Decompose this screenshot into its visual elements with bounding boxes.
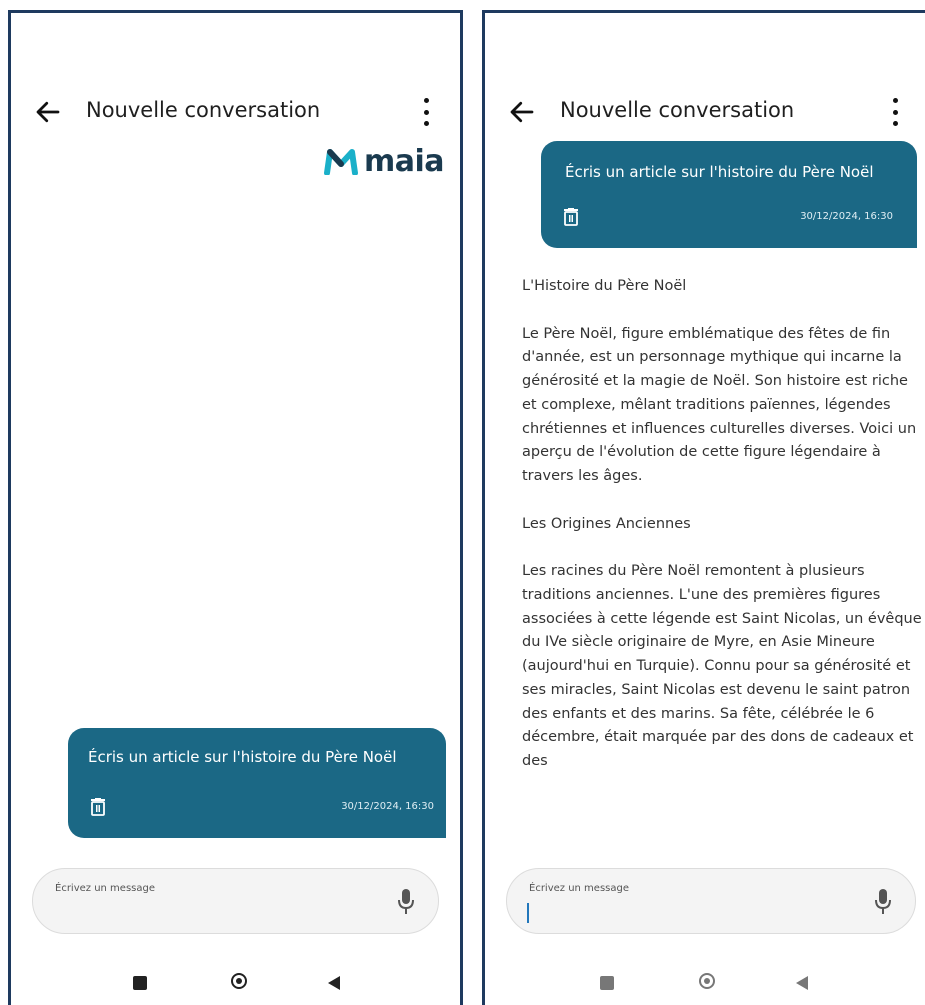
article-title: L'Histoire du Père Noël bbox=[522, 278, 687, 294]
message-text: Écris un article sur l'histoire du Père … bbox=[565, 163, 874, 181]
home-circle-icon[interactable] bbox=[699, 973, 715, 989]
phone-screen-left: Nouvelle conversation maia Écris un arti… bbox=[8, 10, 463, 1005]
message-timestamp: 30/12/2024, 16:30 bbox=[800, 211, 893, 222]
section-heading: Les Origines Anciennes bbox=[522, 515, 691, 532]
microphone-icon[interactable] bbox=[873, 887, 893, 917]
message-input[interactable]: Écrivez un message bbox=[506, 868, 916, 934]
microphone-icon[interactable] bbox=[396, 887, 416, 917]
input-placeholder: Écrivez un message bbox=[55, 883, 155, 894]
more-vertical-icon[interactable] bbox=[890, 98, 900, 126]
system-nav-bar bbox=[485, 968, 925, 998]
arrow-left-icon[interactable] bbox=[33, 97, 63, 127]
message-timestamp: 30/12/2024, 16:30 bbox=[341, 801, 434, 812]
page-title: Nouvelle conversation bbox=[86, 98, 321, 122]
input-placeholder: Écrivez un message bbox=[529, 883, 629, 894]
system-nav-bar bbox=[11, 968, 460, 998]
text-cursor bbox=[527, 903, 529, 923]
page-title: Nouvelle conversation bbox=[560, 98, 795, 122]
user-message-bubble: Écris un article sur l'histoire du Père … bbox=[541, 141, 917, 248]
message-text: Écris un article sur l'histoire du Père … bbox=[88, 748, 397, 766]
more-vertical-icon[interactable] bbox=[421, 98, 431, 126]
arrow-left-icon[interactable] bbox=[507, 97, 537, 127]
maia-logo-mark bbox=[323, 148, 358, 175]
section-text: Les racines du Père Noël remontent à plu… bbox=[522, 563, 922, 769]
maia-logo: maia bbox=[323, 144, 445, 179]
back-triangle-icon[interactable] bbox=[328, 976, 340, 990]
trash-icon[interactable] bbox=[563, 208, 579, 226]
app-bar: Nouvelle conversation bbox=[485, 95, 925, 135]
home-circle-icon[interactable] bbox=[231, 973, 247, 989]
message-input[interactable]: Écrivez un message bbox=[32, 868, 439, 934]
back-triangle-icon[interactable] bbox=[796, 976, 808, 990]
article-intro: Le Père Noël, figure emblématique des fê… bbox=[522, 325, 917, 484]
recents-square-icon[interactable] bbox=[133, 976, 147, 990]
recents-square-icon[interactable] bbox=[600, 976, 614, 990]
logo-text: maia bbox=[363, 144, 445, 179]
user-message-bubble: Écris un article sur l'histoire du Père … bbox=[68, 728, 446, 838]
trash-icon[interactable] bbox=[90, 798, 106, 816]
assistant-response: L'Histoire du Père Noël Le Père Noël, fi… bbox=[522, 275, 922, 798]
phone-screen-right: Nouvelle conversation Écris un article s… bbox=[482, 10, 925, 1005]
app-bar: Nouvelle conversation bbox=[11, 95, 460, 135]
